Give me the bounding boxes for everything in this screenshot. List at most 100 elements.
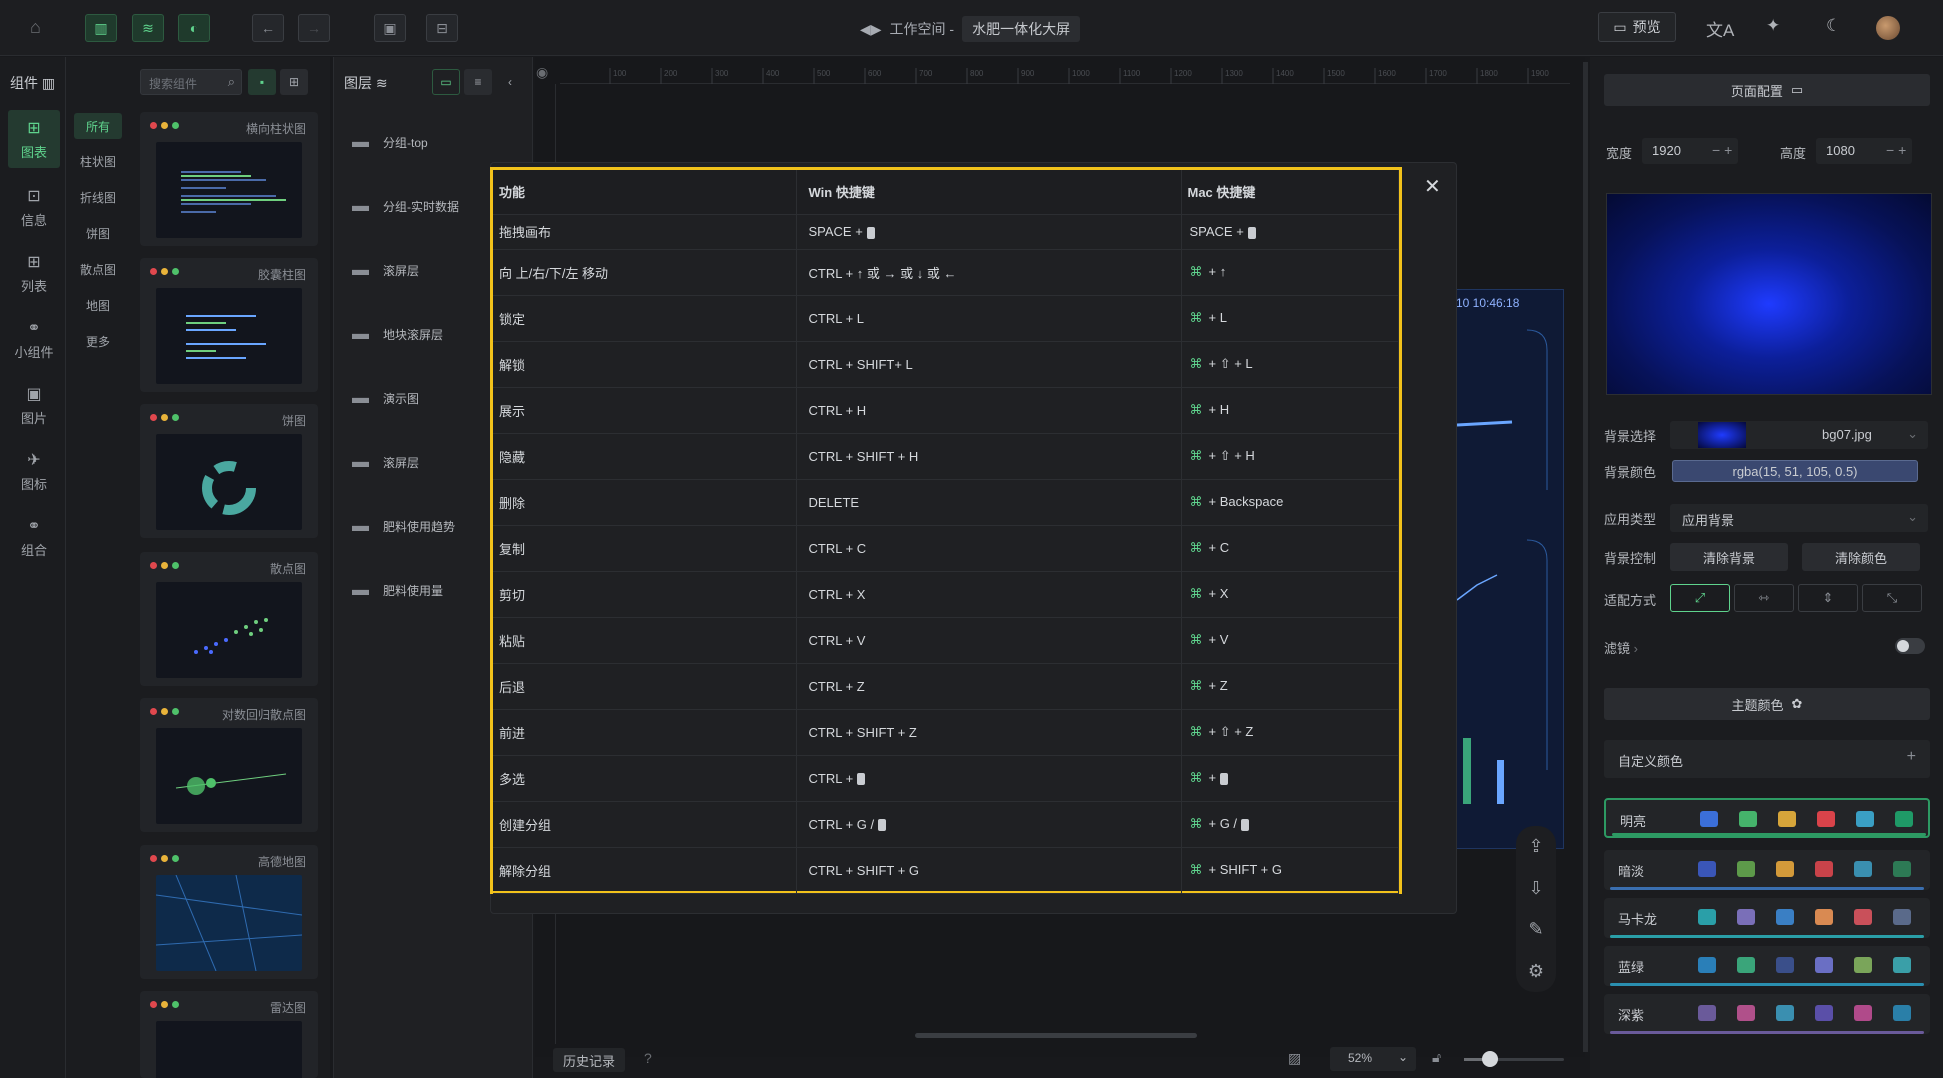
color-swatch[interactable] (1854, 861, 1872, 877)
color-swatch[interactable] (1815, 861, 1833, 877)
color-swatch[interactable] (1776, 909, 1794, 925)
layer-list-view-button[interactable]: ≡ (464, 69, 492, 95)
color-swatch[interactable] (1815, 1005, 1833, 1021)
grid-view-button[interactable]: ⊞ (280, 69, 308, 95)
preview-button[interactable]: ▭ 预览 (1598, 12, 1676, 42)
layer-toggle-button[interactable]: ≋ (132, 14, 164, 42)
category-bar[interactable]: 柱状图 (74, 148, 122, 174)
eye-icon[interactable]: ◉ (536, 64, 548, 81)
lock-icon[interactable]: 🔓︎ (1432, 1049, 1441, 1066)
category-line[interactable]: 折线图 (74, 184, 122, 210)
component-card[interactable]: 对数回归散点图 (140, 698, 318, 832)
horizontal-scrollbar[interactable] (915, 1033, 1197, 1038)
zoom-select[interactable]: 52% ⌄ (1330, 1047, 1416, 1071)
layer-item[interactable]: ▬ 分组-实时数据 (352, 196, 459, 216)
color-swatch[interactable] (1776, 861, 1794, 877)
add-icon[interactable]: + (1907, 748, 1916, 766)
height-stepper[interactable]: − + (1886, 142, 1906, 158)
home-icon[interactable]: ⌂ (30, 17, 41, 38)
color-swatch[interactable] (1737, 909, 1755, 925)
theme-row[interactable]: 明亮 (1604, 798, 1930, 838)
color-swatch[interactable] (1893, 957, 1911, 973)
upload-icon[interactable]: ⇪ (1528, 836, 1543, 857)
fit-height-button[interactable]: ⇕ (1798, 584, 1858, 612)
screen-preview[interactable] (1456, 289, 1564, 849)
layer-thumb-view-button[interactable]: ▭ (432, 69, 460, 95)
color-swatch[interactable] (1698, 909, 1716, 925)
color-swatch[interactable] (1737, 861, 1755, 877)
vertical-scrollbar[interactable] (1583, 62, 1588, 1052)
layer-item[interactable]: ▬ 滚屏层 (352, 452, 419, 472)
close-icon[interactable]: ✕ (1424, 174, 1441, 199)
component-card[interactable]: 胶囊柱图 (140, 258, 318, 392)
search-input[interactable]: 搜索组件 ⌕ (140, 69, 242, 95)
avatar[interactable] (1876, 16, 1900, 40)
clear-color-button[interactable]: 清除颜色 (1802, 543, 1920, 571)
nav-item-list[interactable]: ⊞ 列表 (8, 244, 60, 302)
color-swatch[interactable] (1737, 1005, 1755, 1021)
help-icon[interactable]: ? (644, 1050, 652, 1066)
collapse-layer-button[interactable]: ‹ (496, 69, 524, 95)
category-map[interactable]: 地图 (74, 292, 122, 318)
detail-toggle-button[interactable]: ◐ (178, 14, 210, 42)
component-card[interactable]: 雷达图 (140, 991, 318, 1078)
color-swatch[interactable] (1895, 811, 1913, 827)
bg-color-picker[interactable]: rgba(15, 51, 105, 0.5) (1672, 460, 1918, 482)
fit-fill-button[interactable]: ⤡ (1862, 584, 1922, 612)
filter-toggle[interactable] (1895, 638, 1925, 654)
background-preview[interactable] (1606, 193, 1932, 395)
category-scatter[interactable]: 散点图 (74, 256, 122, 282)
color-swatch[interactable] (1893, 861, 1911, 877)
nav-item-icon[interactable]: ✈ 图标 (8, 442, 60, 500)
layer-item[interactable]: ▬ 地块滚屏层 (352, 324, 443, 344)
theme-row[interactable]: 蓝绿 (1604, 946, 1930, 986)
redo-button[interactable]: → (298, 14, 330, 42)
width-stepper[interactable]: − + (1712, 142, 1732, 158)
color-swatch[interactable] (1698, 957, 1716, 973)
layer-item[interactable]: ▬ 滚屏层 (352, 260, 419, 280)
theme-row[interactable]: 暗淡 (1604, 850, 1930, 890)
color-swatch[interactable] (1776, 1005, 1794, 1021)
project-name[interactable]: 水肥一体化大屏 (962, 16, 1081, 42)
undo-button[interactable]: ← (252, 14, 284, 42)
magic-wand-icon[interactable]: ✦ (1766, 16, 1780, 36)
apply-type-select[interactable]: 应用背景 ⌄ (1670, 504, 1928, 532)
color-swatch[interactable] (1737, 957, 1755, 973)
fit-width-button[interactable]: ⇿ (1734, 584, 1794, 612)
category-pie[interactable]: 饼图 (74, 220, 122, 246)
fit-contain-button[interactable]: ⤢ (1670, 584, 1730, 612)
nav-item-info[interactable]: ⊡ 信息 (8, 178, 60, 236)
filter-label[interactable]: 滤镜 › (1604, 638, 1638, 657)
color-swatch[interactable] (1739, 811, 1757, 827)
nav-item-image[interactable]: ▣ 图片 (8, 376, 60, 434)
theme-row[interactable]: 马卡龙 (1604, 898, 1930, 938)
gear-icon[interactable]: ⚙ (1528, 961, 1544, 982)
color-swatch[interactable] (1817, 811, 1835, 827)
nav-item-widget[interactable]: ⚭ 小组件 (8, 310, 60, 368)
color-swatch[interactable] (1700, 811, 1718, 827)
edit-icon[interactable]: ✎ (1528, 919, 1543, 940)
layer-item[interactable]: ▬ 肥料使用趋势 (352, 516, 455, 536)
zoom-slider[interactable] (1464, 1051, 1564, 1067)
download-icon[interactable]: ⇩ (1528, 878, 1543, 899)
component-card[interactable]: 横向柱状图 (140, 112, 318, 246)
category-all[interactable]: 所有 (74, 113, 122, 139)
color-swatch[interactable] (1893, 909, 1911, 925)
component-card[interactable]: 高德地图 (140, 845, 318, 979)
history-button[interactable]: 历史记录 (553, 1048, 626, 1072)
component-card[interactable]: 散点图 (140, 552, 318, 686)
layer-item[interactable]: ▬ 分组-top (352, 132, 428, 152)
layer-item[interactable]: ▬ 演示图 (352, 388, 419, 408)
color-swatch[interactable] (1815, 957, 1833, 973)
color-swatch[interactable] (1854, 1005, 1872, 1021)
color-swatch[interactable] (1856, 811, 1874, 827)
zoom-slider-knob[interactable] (1482, 1051, 1498, 1067)
component-card[interactable]: 饼图 (140, 404, 318, 538)
nav-item-combo[interactable]: ⚭ 组合 (8, 508, 60, 566)
nav-item-chart[interactable]: ⊞ 图表 (8, 110, 60, 168)
color-swatch[interactable] (1893, 1005, 1911, 1021)
color-swatch[interactable] (1854, 909, 1872, 925)
template-button[interactable]: ⊟ (426, 14, 458, 42)
translate-icon[interactable]: 文A (1706, 16, 1734, 41)
layer-item[interactable]: ▬ 肥料使用量 (352, 580, 443, 600)
